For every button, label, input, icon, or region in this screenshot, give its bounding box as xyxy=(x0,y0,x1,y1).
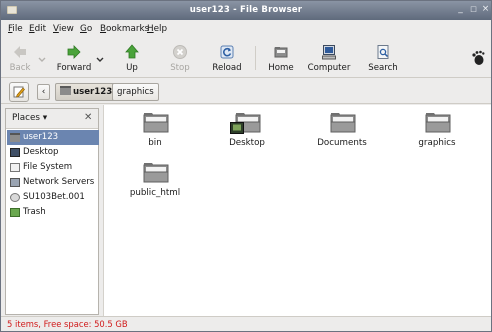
places-selector[interactable]: Places ▾ xyxy=(12,113,47,123)
close-button[interactable]: × xyxy=(480,4,491,15)
file-item-desktop[interactable]: Desktop xyxy=(212,111,282,155)
back-arrow-icon xyxy=(14,46,26,58)
minimize-button[interactable]: _ xyxy=(455,4,466,15)
home-folder-icon xyxy=(60,86,71,95)
place-item-su103bet[interactable]: SU103Bet.001 xyxy=(7,190,99,205)
folder-icon xyxy=(143,113,169,133)
menu-edit[interactable]: Edit xyxy=(29,24,46,34)
crumb-user123[interactable]: user123 xyxy=(55,83,118,101)
forward-button[interactable]: Forward xyxy=(53,39,95,77)
maximize-button[interactable]: □ xyxy=(468,4,479,15)
computer-label: Computer xyxy=(307,63,351,73)
file-name: graphics xyxy=(418,138,456,148)
stop-icon xyxy=(173,45,187,59)
reload-button[interactable]: Reload xyxy=(207,39,247,77)
stop-button[interactable]: Stop xyxy=(164,39,196,77)
file-item-bin[interactable]: bin xyxy=(120,111,190,155)
home-button[interactable]: Home xyxy=(264,39,298,77)
chevron-down-icon xyxy=(38,57,46,62)
title-bar[interactable]: user123 - File Browser _ □ × xyxy=(1,1,491,20)
up-arrow-icon xyxy=(125,44,139,59)
file-item-public-html[interactable]: public_html xyxy=(120,161,190,205)
toolbar-separator xyxy=(255,46,256,70)
place-item-desktop[interactable]: Desktop xyxy=(7,145,99,160)
search-button[interactable]: Search xyxy=(366,39,400,77)
status-text: 5 items, Free space: 50.5 GB xyxy=(7,319,128,329)
home-folder-icon xyxy=(274,47,288,58)
folder-icon xyxy=(330,113,356,133)
place-item-user123[interactable]: user123 xyxy=(7,130,99,145)
place-item-file-system[interactable]: File System xyxy=(7,160,99,175)
side-pane: Places ▾ ✕ user123 Desktop File System N… xyxy=(5,108,99,315)
place-item-trash[interactable]: Trash xyxy=(7,205,99,220)
stop-label: Stop xyxy=(170,63,190,73)
place-label: Desktop xyxy=(23,147,59,157)
close-sidepane-icon[interactable]: ✕ xyxy=(84,112,92,123)
up-label: Up xyxy=(126,63,138,73)
up-button[interactable]: Up xyxy=(117,39,147,77)
place-label: user123 xyxy=(23,132,59,142)
back-history-dropdown[interactable] xyxy=(37,39,47,77)
window-title: user123 - File Browser xyxy=(189,5,303,15)
crumb-label: graphics xyxy=(117,87,154,97)
reload-label: Reload xyxy=(212,63,242,73)
reload-icon xyxy=(220,45,234,59)
file-name: bin xyxy=(148,138,162,148)
home-label: Home xyxy=(268,63,294,73)
file-item-graphics[interactable]: graphics xyxy=(402,111,472,155)
status-bar: 5 items, Free space: 50.5 GB xyxy=(1,316,491,331)
file-browser-window: user123 - File Browser _ □ × File Edit V… xyxy=(0,0,492,332)
menu-file[interactable]: File xyxy=(8,24,23,34)
disc-icon xyxy=(10,193,20,202)
place-label: Trash xyxy=(23,207,46,217)
crumb-graphics[interactable]: graphics xyxy=(112,83,159,101)
file-icon-view: bin Desktop Documents graphics public_ht… xyxy=(103,105,491,316)
location-bar: ‹ user123 graphics xyxy=(1,79,491,104)
crumb-label: user123 xyxy=(73,87,113,97)
search-label: Search xyxy=(368,63,398,73)
place-label: Network Servers xyxy=(23,177,95,187)
file-item-documents[interactable]: Documents xyxy=(307,111,377,155)
menu-go[interactable]: Go xyxy=(80,24,92,34)
menu-bar: File Edit View Go Bookmarks Help xyxy=(1,21,491,37)
chevron-down-icon xyxy=(96,57,104,62)
computer-icon xyxy=(322,45,336,60)
menu-bookmarks[interactable]: Bookmarks xyxy=(100,24,149,34)
crumb-scroll-left-button[interactable]: ‹ xyxy=(37,84,50,100)
file-name: public_html xyxy=(129,188,181,198)
home-folder-icon xyxy=(10,133,20,142)
back-button[interactable]: Back xyxy=(5,39,35,77)
toggle-location-entry-button[interactable] xyxy=(9,82,29,102)
place-label: SU103Bet.001 xyxy=(23,192,85,202)
search-icon xyxy=(377,45,389,59)
edit-pencil-icon xyxy=(13,86,25,98)
place-item-network-servers[interactable]: Network Servers xyxy=(7,175,99,190)
side-pane-header: Places ▾ ✕ xyxy=(6,109,98,129)
gnome-foot-logo-icon xyxy=(472,50,485,65)
menu-view[interactable]: View xyxy=(53,24,74,34)
place-label: File System xyxy=(23,162,73,172)
forward-history-dropdown[interactable] xyxy=(95,39,105,77)
file-name: Documents xyxy=(317,138,367,148)
drive-icon xyxy=(10,163,20,172)
forward-arrow-icon xyxy=(67,45,81,59)
folder-icon xyxy=(143,163,169,183)
network-icon xyxy=(10,178,20,187)
desktop-emblem-icon xyxy=(230,122,244,134)
file-name: Desktop xyxy=(229,138,265,148)
computer-button[interactable]: Computer xyxy=(306,39,352,77)
desktop-icon xyxy=(10,148,20,157)
forward-label: Forward xyxy=(56,63,92,73)
folder-icon xyxy=(425,113,451,133)
back-label: Back xyxy=(9,63,31,73)
trash-icon xyxy=(10,208,20,217)
menu-help[interactable]: Help xyxy=(147,24,167,34)
toolbar: Back Forward Up Stop Reload Home Compute… xyxy=(1,38,491,78)
